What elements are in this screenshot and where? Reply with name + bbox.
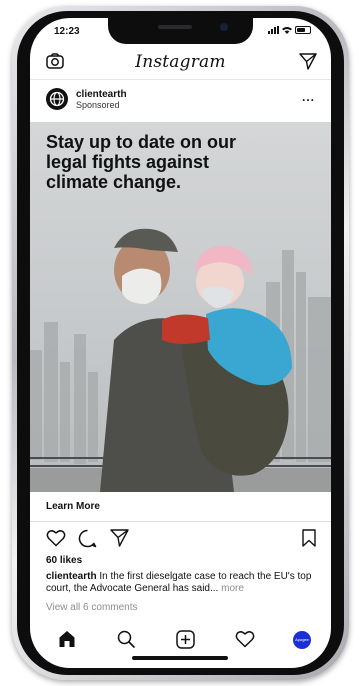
profile-avatar[interactable]: Apogee (293, 631, 311, 649)
sponsored-label: Sponsored (76, 100, 120, 110)
bookmark-icon[interactable] (302, 529, 316, 547)
ad-headline: Stay up to date on our legal fights agai… (46, 132, 237, 192)
app-title: Instagram (135, 52, 226, 72)
post-image[interactable]: Stay up to date on our legal fights agai… (30, 122, 331, 492)
bottom-tab-bar: Apogee (30, 624, 331, 668)
front-camera (220, 23, 228, 31)
new-post-icon[interactable] (176, 630, 195, 649)
home-icon[interactable] (58, 630, 76, 648)
likes-count[interactable]: 60 likes (46, 555, 82, 566)
notch (108, 18, 253, 44)
home-indicator[interactable] (132, 656, 228, 660)
status-icons (268, 26, 311, 34)
speaker-grille (158, 25, 192, 29)
caption-more-link[interactable]: more (221, 583, 244, 594)
more-options-icon[interactable]: ... (302, 90, 315, 104)
wifi-icon (282, 27, 292, 34)
status-time: 12:23 (54, 26, 80, 37)
caption-account[interactable]: clientearth (46, 571, 97, 582)
profile-label: Apogee (295, 637, 309, 642)
post-caption: clientearth In the first dieselgate case… (46, 571, 318, 595)
learn-more-label: Learn More (46, 501, 100, 512)
comment-icon[interactable] (78, 529, 97, 548)
battery-icon (295, 26, 311, 34)
search-icon[interactable] (117, 630, 135, 648)
post-header: clientearth Sponsored ... (30, 82, 331, 122)
app-header: Instagram (30, 46, 331, 80)
phone-screen: 12:23 Instagram clientearth Sponsored .. (30, 18, 331, 668)
learn-more-button[interactable]: Learn More (30, 492, 331, 522)
account-name[interactable]: clientearth (76, 89, 127, 100)
share-icon[interactable] (110, 529, 129, 547)
account-avatar[interactable] (46, 88, 68, 110)
globe-logo-icon (49, 91, 65, 107)
heart-icon[interactable] (46, 529, 66, 547)
post-actions (30, 526, 331, 550)
view-comments-link[interactable]: View all 6 comments (46, 602, 138, 613)
cellular-signal-icon (268, 26, 279, 34)
paper-plane-icon[interactable] (299, 53, 317, 70)
activity-heart-icon[interactable] (235, 630, 255, 648)
